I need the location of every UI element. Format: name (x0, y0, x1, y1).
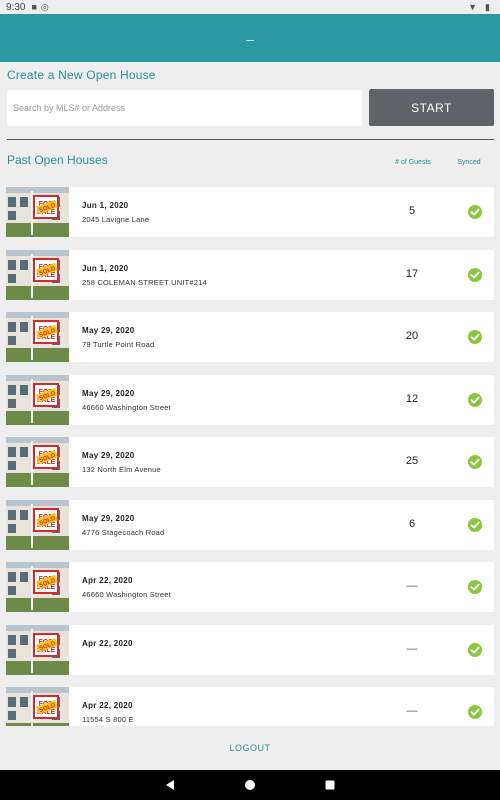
open-house-address: 79 Turtle Point Road (82, 340, 155, 349)
house-thumbnail: FORSALESOLD (6, 312, 69, 362)
open-house-address: 4776 Stagecoach Road (82, 527, 165, 537)
house-thumbnail: FORSALESOLD (6, 499, 69, 550)
open-house-row[interactable]: FORSALESOLD May 29, 2020 132 North Elm Ave… (6, 437, 494, 487)
sync-icon: ◎ (40, 1, 49, 12)
open-house-date: May 29, 2020 (82, 388, 135, 398)
open-house-date: May 29, 2020 (82, 326, 135, 335)
guest-count: 17 (405, 267, 419, 280)
open-house-address: 11554 S 800 E (82, 715, 134, 724)
open-house-row[interactable]: FORSALESOLD Apr 22, 2020 — (6, 624, 494, 675)
status-bar: 9:30 ■ ◎ ▼ ▮ (0, 0, 500, 14)
open-house-address: 46660 Washington Street (82, 590, 171, 599)
section-divider (7, 139, 494, 140)
search-input[interactable] (7, 90, 362, 126)
open-house-row[interactable]: FORSALESOLD Apr 22, 2020 11554 S 800 E — (6, 687, 494, 726)
back-icon[interactable] (163, 778, 177, 792)
house-thumbnail: FORSALESOLD (6, 687, 69, 726)
house-thumbnail: FORSALESOLD (6, 624, 69, 675)
logout-link[interactable]: LOGOUT (229, 743, 270, 753)
synced-check-icon (468, 642, 482, 657)
main-content: Create a New Open House START Past Open … (0, 62, 500, 726)
guest-count: — (406, 705, 418, 717)
home-icon[interactable] (243, 778, 257, 792)
open-house-row[interactable]: FORSALESOLD May 29, 2020 46660 Washington … (6, 374, 494, 425)
open-house-address: 2045 Lavigne Lane (82, 215, 150, 224)
house-thumbnail: FORSALESOLD (6, 187, 69, 237)
open-house-row[interactable]: FORSALESOLD May 29, 2020 4776 Stagecoach R… (6, 499, 494, 550)
start-button[interactable]: START (369, 89, 494, 126)
logout-bar: LOGOUT (0, 726, 500, 770)
synced-check-icon (468, 455, 482, 469)
status-time: 9:30 (6, 1, 26, 13)
open-house-row[interactable]: FORSALESOLD May 29, 2020 79 Turtle Point R… (6, 312, 494, 362)
house-thumbnail: FORSALESOLD (6, 437, 69, 487)
open-house-date: Apr 22, 2020 (82, 576, 133, 585)
open-house-date: Jun 1, 2020 (82, 201, 129, 210)
synced-check-icon (468, 705, 482, 719)
guest-count: 20 (405, 330, 419, 342)
synced-column-header: Synced (457, 159, 481, 166)
synced-check-icon (468, 517, 482, 532)
battery-icon: ▮ (485, 1, 490, 12)
synced-check-icon (468, 205, 482, 219)
open-house-row[interactable]: FORSALESOLD Jun 1, 2020 2045 Lavigne Lane 5 (6, 187, 494, 237)
guest-count: 25 (405, 455, 419, 467)
guest-count: 12 (405, 392, 419, 405)
synced-check-icon (468, 392, 482, 407)
android-nav-bar (0, 770, 500, 800)
create-open-house-heading: Create a New Open House (7, 68, 156, 82)
open-house-date: May 29, 2020 (82, 451, 135, 460)
open-house-address: 258 COLEMAN STREET UNIT#214 (82, 277, 207, 287)
guest-count: — (406, 580, 418, 592)
open-house-row[interactable]: FORSALESOLD Jun 1, 2020 258 COLEMAN STREET… (6, 249, 494, 300)
open-house-address: 46660 Washington Street (82, 402, 171, 412)
guest-count: 5 (408, 205, 416, 217)
house-thumbnail: FORSALESOLD (6, 249, 69, 300)
open-house-date: Jun 1, 2020 (82, 263, 129, 273)
wifi-icon: ▼ (468, 2, 478, 12)
guest-count: 6 (408, 517, 416, 530)
open-house-row[interactable]: FORSALESOLD Apr 22, 2020 46660 Washington … (6, 562, 494, 612)
synced-check-icon (468, 267, 482, 282)
lock-icon: ■ (31, 2, 37, 12)
app-logo (245, 35, 255, 41)
synced-check-icon (468, 330, 482, 344)
open-house-date: Apr 22, 2020 (82, 638, 133, 648)
open-house-address: 132 North Elm Avenue (82, 465, 161, 474)
open-house-date: May 29, 2020 (82, 513, 135, 523)
guests-column-header: # of Guests (395, 159, 431, 166)
past-open-houses-heading: Past Open Houses (7, 153, 108, 167)
open-house-date: Apr 22, 2020 (82, 701, 133, 710)
recent-apps-icon[interactable] (323, 778, 337, 792)
app-bar (0, 14, 500, 62)
house-thumbnail: FORSALESOLD (6, 562, 69, 612)
guest-count: — (406, 642, 418, 655)
house-thumbnail: FORSALESOLD (6, 374, 69, 425)
synced-check-icon (468, 580, 482, 594)
